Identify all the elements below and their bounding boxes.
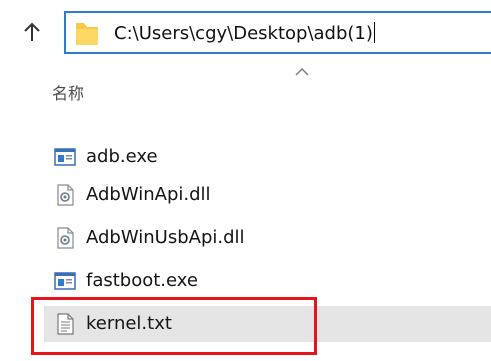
address-bar[interactable]: C:\Users\cgy\Desktop\adb(1) [64, 11, 491, 54]
folder-icon [76, 23, 98, 45]
file-name[interactable]: AdbWinUsbApi.dll [86, 227, 245, 249]
file-row-fastboot-exe[interactable]: fastboot.exe [44, 263, 491, 299]
column-header-name[interactable]: 名称 [52, 84, 84, 104]
file-row-adbwinapi-dll[interactable]: AdbWinApi.dll [44, 177, 491, 213]
file-row-adb-exe[interactable]: adb.exe [44, 139, 491, 175]
file-name[interactable]: adb.exe [86, 146, 158, 168]
up-arrow-icon[interactable] [21, 21, 43, 43]
file-row-kernel-txt[interactable]: kernel.txt [44, 306, 491, 342]
text-caret [373, 22, 375, 43]
file-name[interactable]: AdbWinApi.dll [86, 184, 211, 206]
dll-file-icon [57, 184, 74, 206]
sort-ascending-icon [295, 68, 309, 76]
text-file-icon [57, 313, 74, 335]
address-path[interactable]: C:\Users\cgy\Desktop\adb(1) [114, 23, 373, 44]
dll-file-icon [57, 227, 74, 249]
file-row-adbwinusbapi-dll[interactable]: AdbWinUsbApi.dll [44, 220, 491, 256]
file-name[interactable]: fastboot.exe [86, 270, 198, 292]
address-path-text[interactable]: C:\Users\cgy\Desktop\adb(1) [114, 22, 375, 45]
exe-app-icon [54, 148, 76, 166]
exe-app-icon [54, 272, 76, 290]
file-name[interactable]: kernel.txt [86, 313, 172, 335]
